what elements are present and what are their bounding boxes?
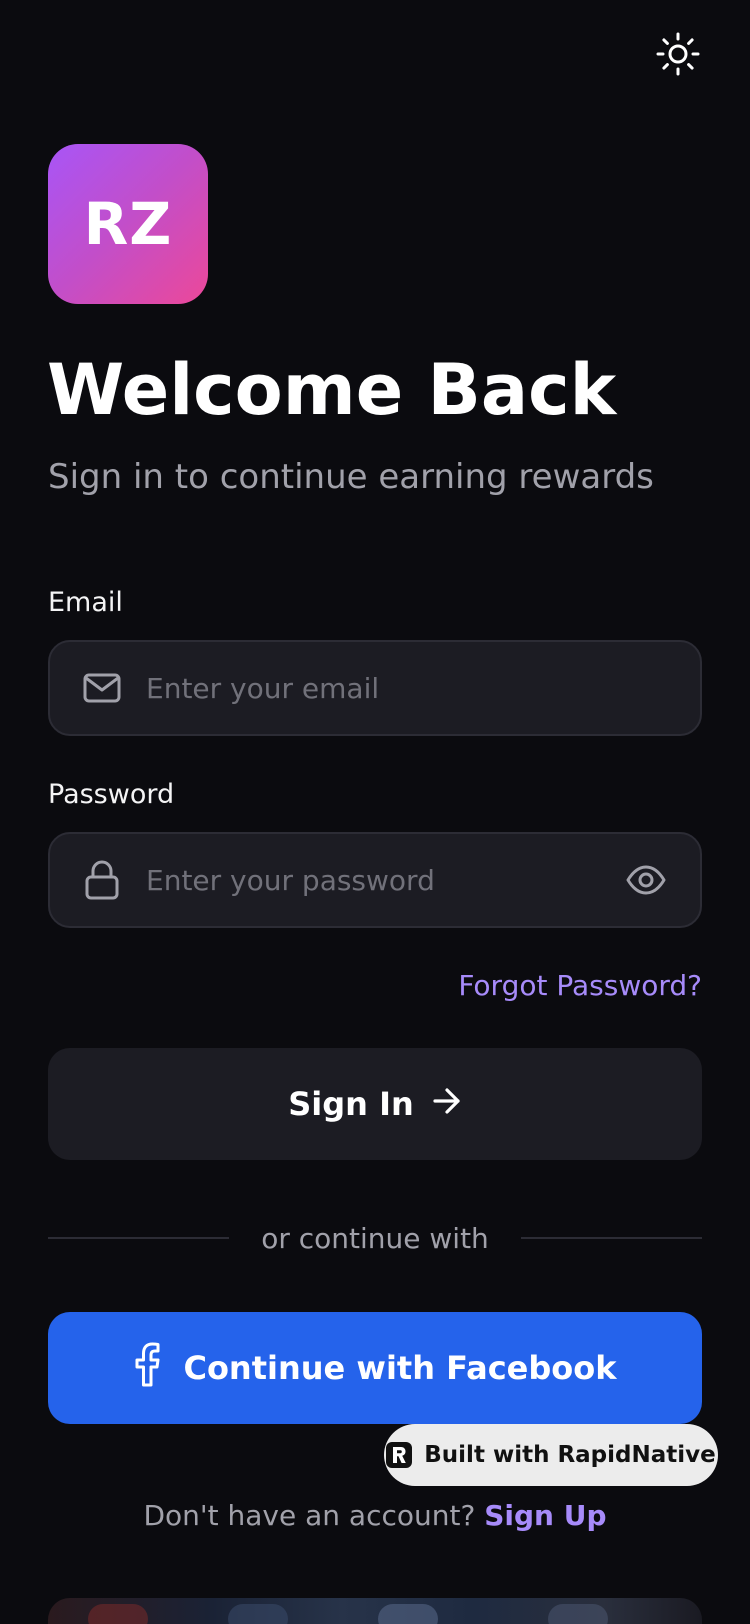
facebook-button-label: Continue with Facebook (183, 1349, 617, 1387)
theme-toggle-button[interactable] (655, 31, 701, 81)
signup-prompt: Don't have an account? Sign Up (0, 1496, 750, 1536)
sign-in-button[interactable]: Sign In (48, 1048, 702, 1160)
logo-text: RZ (83, 190, 173, 258)
rapidnative-logo-icon (386, 1442, 413, 1468)
image-detail (378, 1604, 438, 1624)
arrow-right-icon (432, 1085, 462, 1123)
image-detail (88, 1604, 148, 1624)
lock-icon (82, 860, 122, 900)
eye-icon[interactable] (624, 858, 668, 902)
signup-prompt-text: Don't have an account? (143, 1499, 476, 1532)
app-logo: RZ (48, 144, 208, 304)
email-field-container (48, 640, 702, 736)
image-detail (228, 1604, 288, 1624)
divider-text: or continue with (261, 1221, 489, 1255)
sign-in-screen: RZ Welcome Back Sign in to continue earn… (0, 0, 750, 1624)
divider-line-right (520, 1237, 703, 1239)
built-with-badge[interactable]: Built with RapidNative (384, 1424, 718, 1486)
password-input[interactable] (146, 834, 624, 926)
page-title: Welcome Back (47, 349, 617, 431)
built-with-label: Built with RapidNative (424, 1442, 716, 1468)
forgot-password-link[interactable]: Forgot Password? (458, 968, 702, 1004)
mail-icon (82, 668, 122, 708)
sign-in-label: Sign In (288, 1085, 414, 1123)
sun-icon (655, 31, 701, 81)
page-subtitle: Sign in to continue earning rewards (48, 457, 654, 497)
password-label: Password (48, 779, 175, 810)
divider-line-left (48, 1237, 230, 1239)
password-field-container (48, 832, 702, 928)
email-label: Email (48, 587, 123, 618)
promo-image-preview (48, 1598, 702, 1624)
facebook-icon (133, 1341, 161, 1395)
sign-up-link[interactable]: Sign Up (484, 1499, 606, 1532)
email-input[interactable] (146, 642, 700, 734)
facebook-login-button[interactable]: Continue with Facebook (48, 1312, 702, 1424)
image-detail (548, 1604, 608, 1624)
or-divider: or continue with (48, 1218, 703, 1258)
